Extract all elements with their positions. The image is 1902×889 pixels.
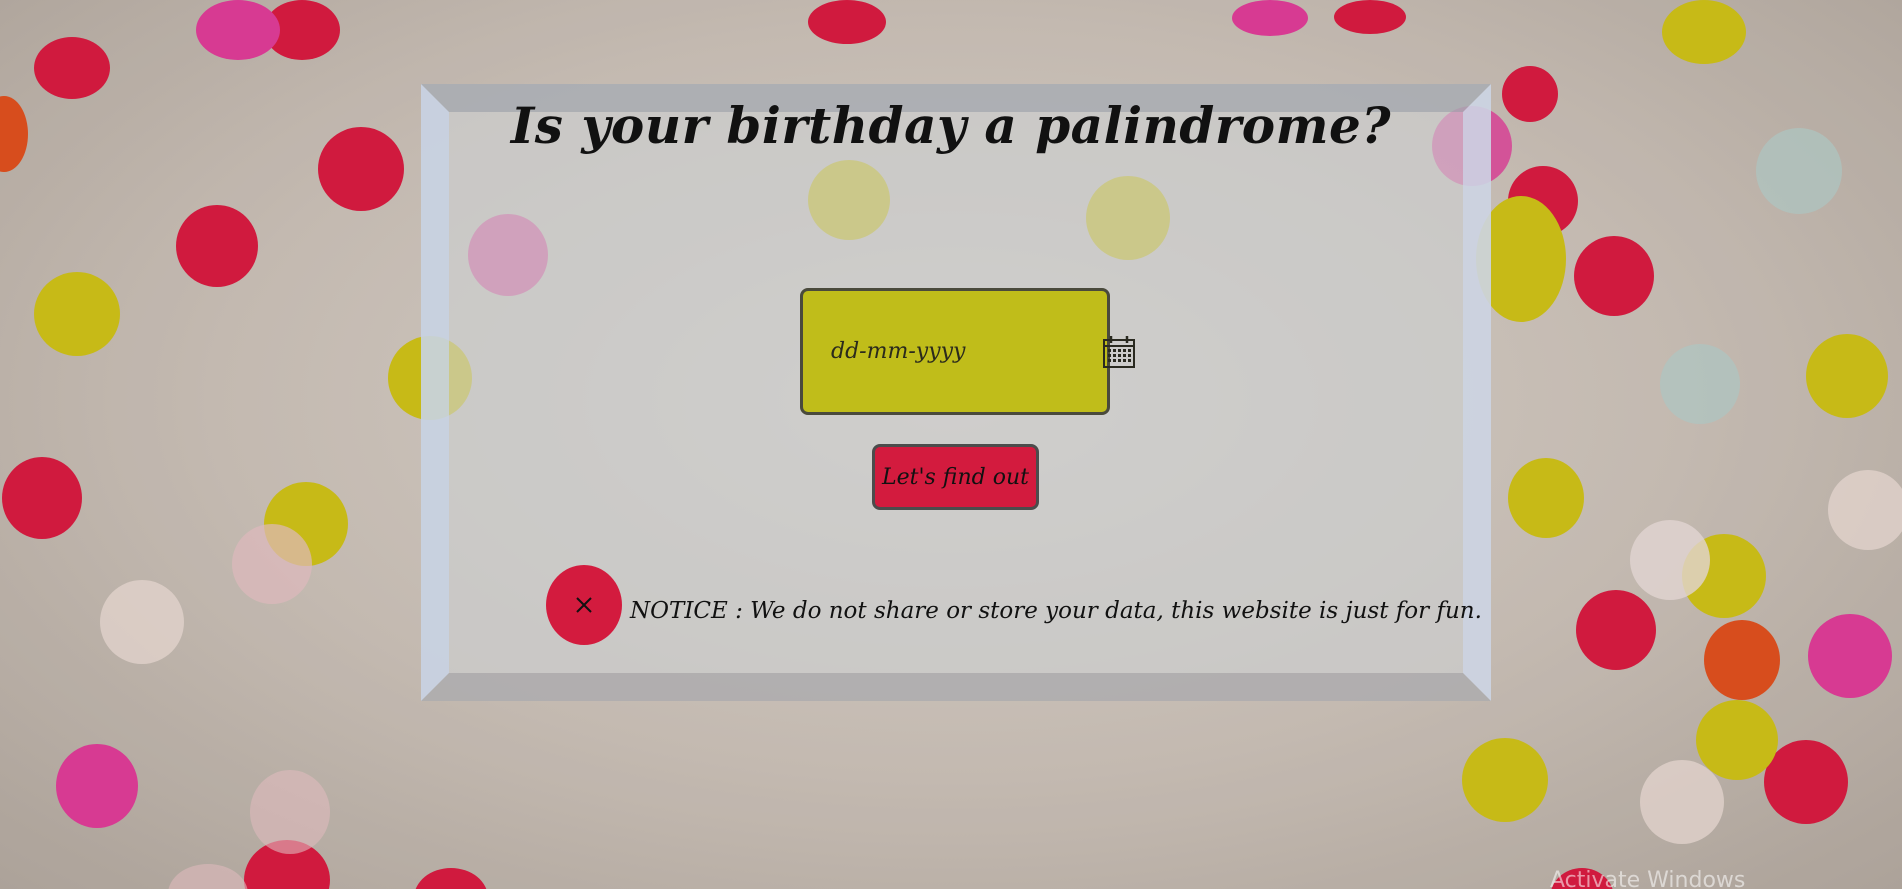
page-title: Is your birthday a palindrome? bbox=[510, 96, 1392, 155]
find-out-button[interactable]: Let's find out bbox=[872, 444, 1039, 510]
privacy-notice: NOTICE : We do not share or store your d… bbox=[546, 565, 1482, 645]
close-icon[interactable] bbox=[546, 565, 622, 645]
calendar-icon[interactable] bbox=[1101, 335, 1137, 369]
birthday-date-input[interactable] bbox=[831, 339, 1101, 364]
notice-text: NOTICE : We do not share or store your d… bbox=[630, 598, 1482, 624]
activate-windows-watermark: Activate Windows bbox=[1550, 868, 1746, 889]
date-picker-field[interactable] bbox=[800, 288, 1135, 415]
